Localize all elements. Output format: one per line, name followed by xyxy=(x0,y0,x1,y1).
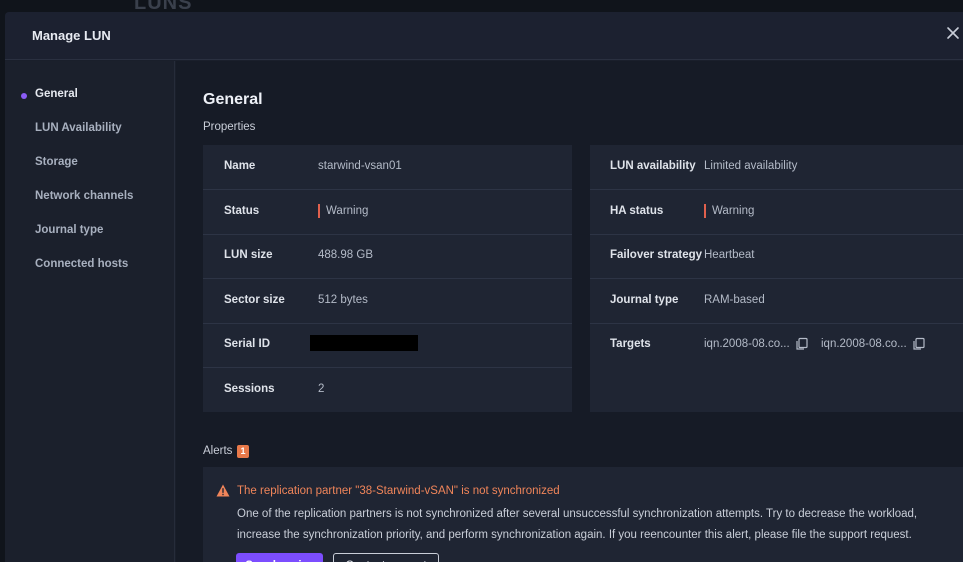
property-label: Status xyxy=(224,205,260,217)
property-label: LUN size xyxy=(224,249,273,261)
warning-triangle-icon xyxy=(216,484,230,497)
property-value: 2 xyxy=(318,383,325,395)
property-value: Heartbeat xyxy=(704,249,755,261)
property-label: Failover strategy xyxy=(610,249,703,261)
property-value: 488.98 GB xyxy=(318,249,373,261)
property-label: Name xyxy=(224,160,256,172)
warning-indicator xyxy=(704,204,706,218)
manage-lun-dialog: Manage LUN General LUN Availability Stor… xyxy=(5,12,963,562)
alerts-heading: Alerts xyxy=(203,445,233,457)
ha-status-value: Warning xyxy=(712,205,755,217)
alert-description: One of the replication partners is not s… xyxy=(237,508,918,541)
warning-indicator xyxy=(318,204,320,218)
target-value: iqn.2008-08.co... xyxy=(704,338,790,350)
active-indicator-dot xyxy=(21,93,27,99)
property-row: LUN availability Limited availability xyxy=(590,145,963,190)
property-row: Sector size 512 bytes xyxy=(203,279,572,324)
property-row: Journal type RAM-based xyxy=(590,279,963,324)
property-row: LUN size 488.98 GB xyxy=(203,234,572,279)
redacted-serial-id xyxy=(310,335,418,351)
target-value: iqn.2008-08.co... xyxy=(821,338,907,350)
synchronize-button[interactable]: Synchronize xyxy=(236,553,323,562)
properties-card-left: Name starwind-vsan01 Status Warning LUN … xyxy=(203,145,572,412)
property-row: Sessions 2 xyxy=(203,368,572,413)
sidebar-nav: General LUN Availability Storage Network… xyxy=(5,61,175,562)
property-label: Journal type xyxy=(610,294,679,306)
sidebar-item-general[interactable]: General xyxy=(35,88,78,108)
status-value: Warning xyxy=(326,205,369,217)
property-label: HA status xyxy=(610,205,664,217)
alert-title: The replication partner "38-Starwind-vSA… xyxy=(237,485,560,497)
sidebar-item-network-channels[interactable]: Network channels xyxy=(35,190,133,210)
properties-card-right: LUN availability Limited availability HA… xyxy=(590,145,963,412)
property-row: Status Warning xyxy=(203,190,572,235)
dialog-title: Manage LUN xyxy=(32,28,111,43)
close-icon xyxy=(947,27,959,39)
properties-heading: Properties xyxy=(203,121,256,133)
property-row: Targets iqn.2008-08.co... iqn.2008-08.co… xyxy=(590,323,963,368)
copy-icon[interactable] xyxy=(912,337,926,351)
close-button[interactable] xyxy=(945,25,963,45)
property-label: Sessions xyxy=(224,383,275,395)
property-label: Sector size xyxy=(224,294,285,306)
property-row: Failover strategy Heartbeat xyxy=(590,234,963,279)
dialog-header: Manage LUN xyxy=(5,12,963,60)
property-row: HA status Warning xyxy=(590,190,963,235)
sidebar-item-storage[interactable]: Storage xyxy=(35,156,78,176)
property-value: 512 bytes xyxy=(318,294,368,306)
general-panel: General Properties Name starwind-vsan01 … xyxy=(176,61,963,562)
sidebar-item-lun-availability[interactable]: LUN Availability xyxy=(35,122,122,142)
property-label: LUN availability xyxy=(610,160,696,172)
property-label: Serial ID xyxy=(224,338,271,350)
property-value: RAM-based xyxy=(704,294,765,306)
section-heading: General xyxy=(203,91,263,108)
property-row: Serial ID xyxy=(203,323,572,368)
property-value: starwind-vsan01 xyxy=(318,160,402,172)
property-value: Limited availability xyxy=(704,160,798,172)
sidebar-item-journal-type[interactable]: Journal type xyxy=(35,224,103,244)
copy-icon[interactable] xyxy=(795,337,809,351)
alert-card: The replication partner "38-Starwind-vSA… xyxy=(203,467,963,562)
contact-support-button[interactable]: Contact support xyxy=(333,553,439,562)
property-row: Name starwind-vsan01 xyxy=(203,145,572,190)
sidebar-item-connected-hosts[interactable]: Connected hosts xyxy=(35,258,128,278)
alerts-count-badge: 1 xyxy=(237,445,249,458)
property-label: Targets xyxy=(610,338,651,350)
